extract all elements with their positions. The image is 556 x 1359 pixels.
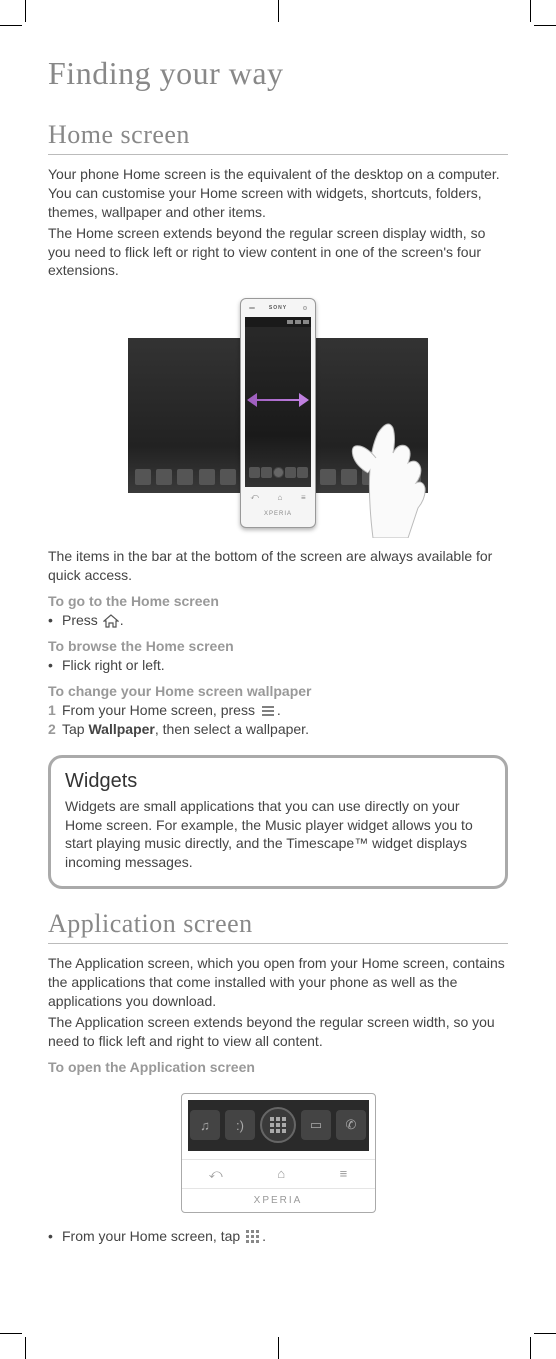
- phone-brand: SONY: [269, 305, 287, 311]
- to-go-home-heading: To go to the Home screen: [48, 593, 508, 609]
- home-button-icon: [102, 613, 120, 629]
- to-browse-step: • Flick right or left.: [48, 656, 508, 675]
- media-icon: ♫: [190, 1110, 220, 1140]
- to-wallpaper-step-1: 1 From your Home screen, press .: [48, 701, 508, 720]
- home-screen-heading: Home screen: [48, 120, 508, 155]
- menu-icon: ≡: [301, 493, 306, 502]
- app-intro-1: The Application screen, which you open f…: [48, 954, 508, 1011]
- widgets-callout: Widgets Widgets are small applications t…: [48, 755, 508, 890]
- back-icon: ⤺: [209, 1166, 223, 1182]
- open-app-step: • From your Home screen, tap .: [48, 1227, 508, 1246]
- phone-device: SONY ⤺ ⌂ ≡: [240, 298, 316, 528]
- back-icon: ⤺: [250, 492, 259, 502]
- home-icon: ⌂: [277, 1166, 285, 1181]
- to-wallpaper-heading: To change your Home screen wallpaper: [48, 683, 508, 699]
- document-page: Finding your way Home screen Your phone …: [0, 0, 556, 1286]
- home-after-image: The items in the bar at the bottom of th…: [48, 547, 508, 585]
- swipe-arrow-icon: [251, 393, 305, 407]
- app-intro-2: The Application screen extends beyond th…: [48, 1013, 508, 1051]
- to-go-home-step: • Press .: [48, 611, 508, 630]
- home-extension-right: [313, 338, 428, 493]
- camera-icon: [303, 306, 307, 310]
- menu-button-icon: [259, 703, 277, 719]
- phone-sub-brand: XPERIA: [182, 1188, 375, 1212]
- menu-icon: ≡: [340, 1166, 348, 1181]
- to-wallpaper-step-2: 2 Tap Wallpaper, then select a wallpaper…: [48, 720, 508, 739]
- widgets-body: Widgets are small applications that you …: [65, 797, 491, 873]
- home-icon: ⌂: [278, 493, 283, 502]
- app-screen-heading: Application screen: [48, 909, 508, 944]
- widgets-title: Widgets: [65, 770, 491, 793]
- speaker-icon: [249, 307, 255, 309]
- to-browse-heading: To browse the Home screen: [48, 638, 508, 654]
- phone-sub-brand: XPERIA: [241, 507, 315, 521]
- to-open-app-heading: To open the Application screen: [48, 1059, 508, 1075]
- phone-nav-buttons: ⤺ ⌂ ≡: [241, 487, 315, 507]
- home-intro-2: The Home screen extends beyond the regul…: [48, 224, 508, 281]
- home-extension-left: [128, 338, 243, 493]
- home-screen-illustration: SONY ⤺ ⌂ ≡: [48, 298, 508, 533]
- messaging-icon: :): [225, 1110, 255, 1140]
- phone-screen: [245, 317, 311, 487]
- apps-grid-icon: [244, 1229, 262, 1245]
- apps-grid-icon: [260, 1107, 296, 1143]
- app-screen-illustration: ♫ :) ▭ ✆ ⤺ ⌂ ≡ XPERIA: [48, 1093, 508, 1213]
- phone-icon: ✆: [336, 1110, 366, 1140]
- page-title: Finding your way: [48, 55, 508, 92]
- contacts-icon: ▭: [301, 1110, 331, 1140]
- home-intro-1: Your phone Home screen is the equivalent…: [48, 165, 508, 222]
